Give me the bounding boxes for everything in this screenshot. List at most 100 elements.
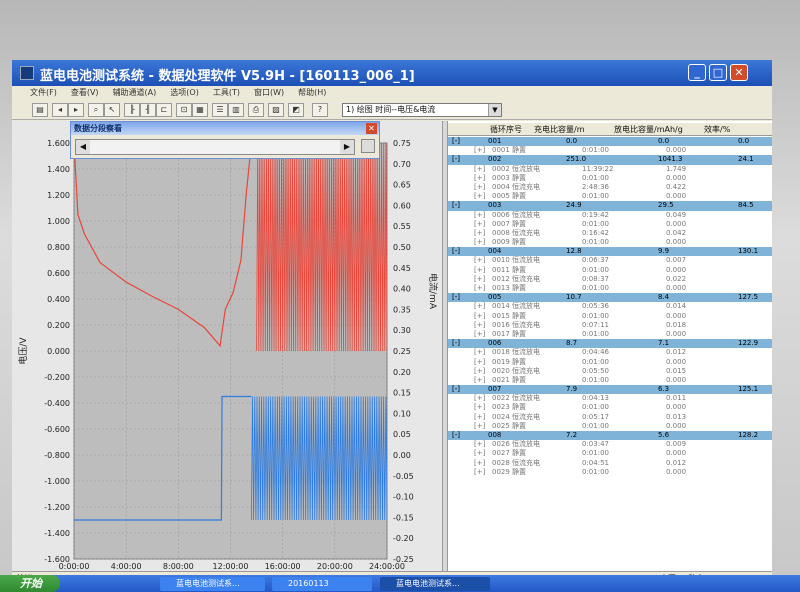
table-row[interactable]: [+] 0023 静置 0:01:00 0.000: [448, 403, 772, 412]
export-icon[interactable]: ◩: [288, 103, 304, 117]
expand-toggle[interactable]: [+]: [474, 321, 485, 330]
table-row[interactable]: [+] 0018 恒流放电 0:04:46 0.012: [448, 348, 772, 357]
menu-tools[interactable]: 工具(T): [213, 86, 240, 100]
table-row[interactable]: [+] 0013 静置 0:01:00 0.000: [448, 284, 772, 293]
fit-icon[interactable]: ⊡: [176, 103, 192, 117]
expand-toggle[interactable]: [+]: [474, 220, 485, 229]
table-row[interactable]: [+] 0006 恒流放电 0:19:42 0.049: [448, 211, 772, 220]
expand-toggle[interactable]: [+]: [474, 330, 485, 339]
table-row[interactable]: [+] 0008 恒流充电 0:16:42 0.042: [448, 229, 772, 238]
close-button[interactable]: ✕: [730, 64, 748, 81]
col-charge-capacity[interactable]: 充电比容量/m: [534, 124, 585, 135]
scroll-left-button[interactable]: ◀: [76, 140, 90, 154]
table-row[interactable]: [+] 0019 静置 0:01:00 0.000: [448, 358, 772, 367]
cycle-group-row[interactable]: [-] 001 0.0 0.0 0.0: [448, 137, 772, 147]
expand-toggle[interactable]: [+]: [474, 256, 485, 265]
menu-view[interactable]: 查看(V): [71, 86, 99, 100]
menu-options[interactable]: 选项(O): [170, 86, 199, 100]
segment-scrollbar[interactable]: ◀ ▶: [75, 139, 355, 155]
expand-toggle[interactable]: [+]: [474, 468, 485, 477]
expand-toggle[interactable]: [-]: [452, 385, 460, 394]
cycle-group-row[interactable]: [-] 003 24.9 29.5 84.5: [448, 201, 772, 211]
col-discharge-capacity[interactable]: 放电比容量/mAh/g: [614, 124, 683, 135]
expand-toggle[interactable]: [-]: [452, 155, 460, 164]
table-row[interactable]: [+] 0014 恒流放电 0:05:36 0.014: [448, 302, 772, 311]
expand-toggle[interactable]: [-]: [452, 137, 460, 146]
table-row[interactable]: [+] 0027 静置 0:01:00 0.000: [448, 449, 772, 458]
cycle-group-row[interactable]: [-] 008 7.2 5.6 128.2: [448, 431, 772, 441]
expand-toggle[interactable]: [+]: [474, 211, 485, 220]
expand-toggle[interactable]: [+]: [474, 275, 485, 284]
table-row[interactable]: [+] 0010 恒流放电 0:06:37 0.007: [448, 256, 772, 265]
table-row[interactable]: [+] 0020 恒流充电 0:05:50 0.015: [448, 367, 772, 376]
menu-file[interactable]: 文件(F): [30, 86, 57, 100]
expand-toggle[interactable]: [+]: [474, 449, 485, 458]
expand-toggle[interactable]: [+]: [474, 284, 485, 293]
scroll-end-button[interactable]: [361, 139, 375, 153]
expand-toggle[interactable]: [+]: [474, 440, 485, 449]
table-row[interactable]: [+] 0002 恒流放电 11:39:22 1.749: [448, 165, 772, 174]
open-icon[interactable]: ▤: [32, 103, 48, 117]
table-row[interactable]: [+] 0025 静置 0:01:00 0.000: [448, 422, 772, 431]
table-row[interactable]: [+] 0009 静置 0:01:00 0.000: [448, 238, 772, 247]
menu-help[interactable]: 帮助(H): [298, 86, 326, 100]
expand-toggle[interactable]: [+]: [474, 174, 485, 183]
table-row[interactable]: [+] 0012 恒流充电 0:08:37 0.022: [448, 275, 772, 284]
table-row[interactable]: [+] 0021 静置 0:01:00 0.000: [448, 376, 772, 385]
expand-toggle[interactable]: [-]: [452, 339, 460, 348]
col-efficiency[interactable]: 效率/%: [704, 124, 730, 135]
expand-toggle[interactable]: [+]: [474, 146, 485, 155]
expand-toggle[interactable]: [+]: [474, 459, 485, 468]
dialog-close-button[interactable]: ✕: [366, 123, 377, 134]
taskbar-item-app-active[interactable]: 蓝电电池测试系...: [380, 577, 490, 591]
expand-toggle[interactable]: [+]: [474, 376, 485, 385]
expand-toggle[interactable]: [+]: [474, 367, 485, 376]
table-row[interactable]: [+] 0001 静置 0:01:00 0.000: [448, 146, 772, 155]
minimize-button[interactable]: _: [688, 64, 706, 81]
zoom-icon[interactable]: ⌕: [88, 103, 104, 117]
list-icon[interactable]: ☰: [212, 103, 228, 117]
chart-icon[interactable]: ▨: [268, 103, 284, 117]
expand-toggle[interactable]: [+]: [474, 413, 485, 422]
forward-icon[interactable]: ▸: [68, 103, 84, 117]
help-icon[interactable]: ?: [312, 103, 328, 117]
expand-toggle[interactable]: [+]: [474, 422, 485, 431]
table-row[interactable]: [+] 0003 静置 0:01:00 0.000: [448, 174, 772, 183]
plot-select[interactable]: 1) 绘图 时间--电压&电流 ▼: [342, 103, 502, 117]
expand-toggle[interactable]: [-]: [452, 201, 460, 210]
split-left-icon[interactable]: ╟: [124, 103, 140, 117]
cycle-group-row[interactable]: [-] 006 8.7 7.1 122.9: [448, 339, 772, 349]
table-row[interactable]: [+] 0028 恒流充电 0:04:51 0.012: [448, 459, 772, 468]
expand-toggle[interactable]: [+]: [474, 238, 485, 247]
cycle-group-row[interactable]: [-] 002 251.0 1041.3 24.1: [448, 155, 772, 165]
menu-aux-channel[interactable]: 辅助通道(A): [113, 86, 157, 100]
table-row[interactable]: [+] 0004 恒流充电 2:48:36 0.422: [448, 183, 772, 192]
print-icon[interactable]: ⎙: [248, 103, 264, 117]
cycle-group-row[interactable]: [-] 007 7.9 6.3 125.1: [448, 385, 772, 395]
scroll-right-button[interactable]: ▶: [340, 140, 354, 154]
table-row[interactable]: [+] 0005 静置 0:01:00 0.000: [448, 192, 772, 201]
voltage-current-chart[interactable]: 1.6001.4001.2001.0000.8000.6000.4000.200…: [12, 121, 442, 588]
taskbar-item-folder[interactable]: 20160113: [272, 577, 372, 591]
table-row[interactable]: [+] 0007 静置 0:01:00 0.000: [448, 220, 772, 229]
expand-toggle[interactable]: [-]: [452, 293, 460, 302]
start-button[interactable]: 开始: [0, 575, 60, 592]
expand-toggle[interactable]: [+]: [474, 183, 485, 192]
expand-toggle[interactable]: [+]: [474, 266, 485, 275]
table-row[interactable]: [+] 0011 静置 0:01:00 0.000: [448, 266, 772, 275]
expand-toggle[interactable]: [+]: [474, 403, 485, 412]
split-right-icon[interactable]: ╢: [140, 103, 156, 117]
expand-toggle[interactable]: [+]: [474, 302, 485, 311]
expand-toggle[interactable]: [+]: [474, 358, 485, 367]
cursor-icon[interactable]: ↖: [104, 103, 120, 117]
table-row[interactable]: [+] 0015 静置 0:01:00 0.000: [448, 312, 772, 321]
back-icon[interactable]: ◂: [52, 103, 68, 117]
expand-toggle[interactable]: [-]: [452, 431, 460, 440]
cursor-mode-icon[interactable]: ⊏: [156, 103, 172, 117]
taskbar-item-app[interactable]: 蓝电电池测试系...: [160, 577, 265, 591]
cycle-group-row[interactable]: [-] 005 10.7 8.4 127.5: [448, 293, 772, 303]
maximize-button[interactable]: □: [709, 64, 727, 81]
col-cycle-no[interactable]: 循环序号: [490, 124, 522, 135]
table-row[interactable]: [+] 0017 静置 0:01:00 0.000: [448, 330, 772, 339]
chevron-down-icon[interactable]: ▼: [488, 104, 501, 116]
